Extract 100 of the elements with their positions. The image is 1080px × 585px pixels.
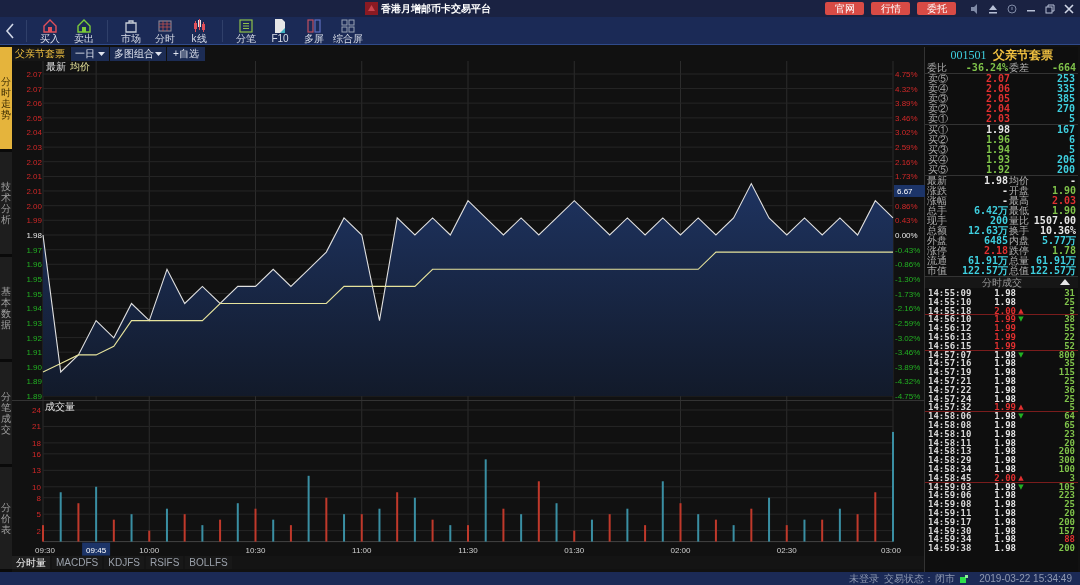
trade-volume: 88 xyxy=(1064,535,1075,544)
trade-volume: 52 xyxy=(1063,341,1075,350)
trade-volume: 200 xyxy=(1057,517,1075,526)
field-label: 内盘 xyxy=(1008,236,1029,246)
toolbar-button[interactable]: 买入 xyxy=(35,17,65,44)
nav-button[interactable]: 委托 xyxy=(917,2,956,15)
field-value: 1.78 xyxy=(1051,246,1076,256)
field-value: - xyxy=(1001,196,1008,206)
trade-price: 1.98 xyxy=(993,526,1016,535)
axis-label: 1.94 xyxy=(26,304,42,314)
side-tab[interactable]: 分笔成交 xyxy=(0,362,12,467)
axis-label: -0.86% xyxy=(895,260,921,270)
trade-time: 14:58:45 xyxy=(928,473,973,482)
time-label: 11:30 xyxy=(458,545,478,555)
order-level-label: 卖② xyxy=(928,104,949,114)
trade-volume: 25 xyxy=(1063,394,1075,403)
field-value: 1.90 xyxy=(1051,206,1076,216)
dropdown[interactable]: 一日 xyxy=(71,47,109,61)
toolbar-button[interactable]: 卖出 xyxy=(69,17,99,44)
trade-volume: 25 xyxy=(1063,500,1075,509)
trade-price: 2.00 xyxy=(993,473,1016,482)
field-label: 外盘 xyxy=(927,236,948,246)
order-volume: 335 xyxy=(1055,84,1075,94)
indicator-tab[interactable]: RSIFS xyxy=(145,556,184,569)
volume-bar xyxy=(644,525,647,542)
volume-bar xyxy=(803,519,806,542)
axis-label: -2.16% xyxy=(895,304,921,314)
trade-volume: 105 xyxy=(1057,482,1075,491)
axis-label: 4.75% xyxy=(895,70,918,79)
indicator-tab[interactable]: MACDFS xyxy=(52,556,103,569)
dropdown[interactable]: 多图组合 xyxy=(110,47,166,61)
add-watchlist-button[interactable]: +自选 xyxy=(167,47,205,61)
back-icon[interactable] xyxy=(4,21,16,40)
order-price: 1.93 xyxy=(985,155,1010,165)
volume-bar xyxy=(307,475,310,542)
nav-button[interactable]: 行情 xyxy=(871,2,910,15)
axis-label: 0.86% xyxy=(895,201,918,211)
field-value: 122.57万 xyxy=(961,266,1008,276)
side-tab[interactable]: 分价表 xyxy=(0,467,12,572)
close-icon[interactable] xyxy=(1064,2,1074,15)
axis-label: -3.02% xyxy=(895,333,921,343)
toolbar-button[interactable]: 分时 xyxy=(150,17,180,44)
grid-chart-icon xyxy=(157,17,173,34)
toolbar-button[interactable]: F10 xyxy=(265,17,295,44)
side-tab[interactable]: 基本数据 xyxy=(0,257,12,362)
field-label: 涨跌 xyxy=(927,186,948,196)
nav-button[interactable]: 官网 xyxy=(825,2,864,15)
order-level-label: 卖③ xyxy=(928,94,949,104)
trade-volume: 3 xyxy=(1068,473,1075,482)
axis-label: 5 xyxy=(36,510,41,520)
symbol-tab[interactable]: 父亲节套票 xyxy=(12,47,70,61)
field-value: 61.91万 xyxy=(1035,256,1076,266)
toolbar-button[interactable]: k线 xyxy=(184,17,214,44)
indicator-tab[interactable]: BOLLFS xyxy=(185,556,232,569)
speaker-icon[interactable] xyxy=(969,2,979,15)
trade-volume: 100 xyxy=(1057,464,1075,473)
trade-volume: 157 xyxy=(1057,526,1075,535)
trade-price: 1.98 xyxy=(993,482,1016,491)
field-value: 200 xyxy=(989,216,1008,226)
trade-volume: 25 xyxy=(1063,297,1075,306)
field-value: 1507.00 xyxy=(1033,216,1076,226)
time-label: 01:30 xyxy=(564,545,585,555)
toolbar-button[interactable]: 综合屏 xyxy=(333,17,363,44)
order-level-label: 买① xyxy=(928,125,949,135)
indicator-tab[interactable]: KDJFS xyxy=(104,556,144,569)
axis-label: 13 xyxy=(32,466,41,476)
trade-volume: 36 xyxy=(1063,385,1075,394)
triangle-icon[interactable] xyxy=(1060,279,1070,285)
axis-label: 3.89% xyxy=(895,99,918,109)
restore-icon[interactable] xyxy=(1045,2,1055,15)
order-price: 2.07 xyxy=(985,74,1010,84)
axis-label: 10 xyxy=(32,482,41,492)
trade-time: 14:59:06 xyxy=(928,491,973,500)
indicator-tab[interactable]: 分时量 xyxy=(12,556,50,569)
field-label: 总手 xyxy=(927,206,948,216)
toolbar-button[interactable]: 市场 xyxy=(116,17,146,44)
side-tab[interactable]: 技术分析 xyxy=(0,152,12,257)
axis-label: 1.95 xyxy=(26,275,42,284)
field-value: 12.63万 xyxy=(967,226,1008,236)
trade-price: 1.98 xyxy=(993,508,1016,517)
side-tab[interactable]: 分时走势 xyxy=(0,47,12,152)
volume-bar xyxy=(874,492,877,542)
trade-time: 14:57:21 xyxy=(928,376,973,385)
axis-label: 2.07 xyxy=(26,84,42,94)
volume-bar xyxy=(236,503,239,542)
order-volume: 6 xyxy=(1067,135,1075,145)
help-icon[interactable] xyxy=(1007,2,1017,15)
trade-price: 1.98 xyxy=(993,376,1016,385)
axis-label: 1.97 xyxy=(26,245,42,255)
trade-price: 1.98 xyxy=(993,491,1016,500)
order-level-label: 卖① xyxy=(928,114,949,124)
toolbar-button[interactable]: 分笔 xyxy=(231,17,261,44)
trade-time: 14:59:03 xyxy=(928,482,973,491)
field-label: 总额 xyxy=(927,226,948,236)
trade-state: 闭市 xyxy=(935,572,956,585)
toolbar-button[interactable]: 多屏 xyxy=(299,17,329,44)
window-title: 香港月增邮币卡交易平台 xyxy=(381,2,491,15)
trade-price: 1.98 xyxy=(993,464,1016,473)
trade-volume: 22 xyxy=(1063,333,1075,341)
panel-title: 分时成交 xyxy=(981,277,1022,288)
